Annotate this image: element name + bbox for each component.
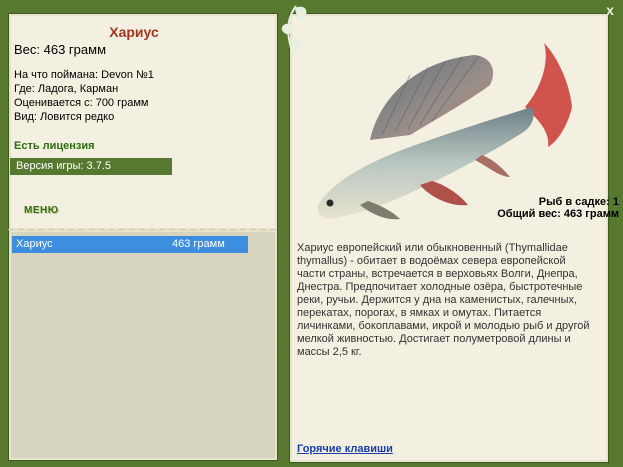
rarity: Вид: Ловится редко [14,111,115,123]
catch-list-panel [8,230,278,461]
menu-button[interactable]: МЕНЮ [24,205,59,216]
version-bar: Версия игры: 3.7.5 [10,158,172,175]
caught-on: На что поймана: Devon №1 [14,69,154,81]
list-item[interactable]: Хариус 463 грамм [12,236,248,253]
grayling-image [317,43,572,220]
location: Где: Ладога, Карман [14,83,119,95]
list-item-name: Хариус [16,238,53,250]
value: Оценивается с: 700 грамм [14,97,149,109]
fish-weight: Вес: 463 грамм [14,42,107,57]
close-button[interactable]: x [603,3,617,17]
fish-description: Хариус европейский или обыкновенный (Thy… [297,242,590,358]
fish-title: Хариус [109,24,159,40]
close-icon: x [606,2,614,18]
license-status: Есть лицензия [14,140,95,152]
hotkeys-link[interactable]: Горячие клавиши [297,443,393,455]
list-item-weight: 463 грамм [172,238,225,250]
